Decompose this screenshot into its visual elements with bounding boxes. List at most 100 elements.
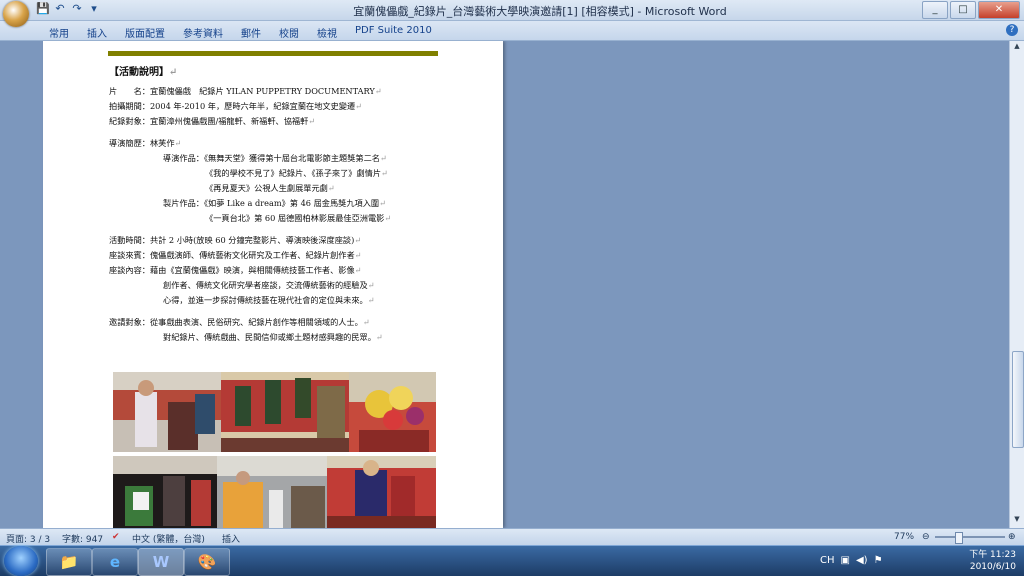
scroll-thumb[interactable]: [1012, 351, 1024, 448]
vertical-scrollbar[interactable]: ▲ ▼: [1009, 41, 1024, 528]
help-icon[interactable]: ?: [1006, 24, 1018, 36]
ribbon-tab[interactable]: 校閱: [270, 23, 308, 42]
paragraph-mark: ↵: [355, 101, 363, 111]
office-button[interactable]: [3, 1, 29, 27]
text-line: 座談來賓：傀儡戲演師、傳統藝術文化研究及工作者、紀錄片創作者↵: [109, 248, 449, 263]
header-rule: [108, 51, 438, 56]
window-title: 宜蘭傀儡戲_紀錄片_台灣藝術大學映演邀請[1] [相容模式] - Microso…: [353, 5, 727, 18]
explorer-taskbar-icon[interactable]: 📁: [46, 548, 92, 576]
quick-access-toolbar: 💾 ↶ ↷ ▾: [36, 2, 101, 16]
document-workspace: 【活動說明】↵ 片 名：宜蘭傀儡戲 紀錄片 YILAN PUPPETRY DOC…: [0, 41, 1010, 528]
ribbon-tab[interactable]: 檢視: [308, 23, 346, 42]
line-text: 《再見夏天》公視人生劇展單元劇: [205, 183, 328, 193]
language-indicator[interactable]: 中文 (繁體，台灣): [132, 532, 205, 545]
paragraph-mark: ↵: [379, 153, 387, 163]
line-text: 創作者、傳統文化研究學者座談，交流傳統藝術的經驗及: [163, 280, 368, 290]
ribbon-tab[interactable]: 常用: [40, 23, 78, 42]
text-line: 心得，並進一步探討傳統技藝在現代社會的定位與未來。↵: [109, 293, 449, 308]
clock-time: 下午 11:23: [969, 550, 1016, 560]
page-counter[interactable]: 頁面: 3 / 3: [6, 532, 50, 545]
restore-button[interactable]: □: [950, 1, 976, 19]
paragraph-mark: ↵: [354, 250, 362, 260]
text-line: 導演簡歷：林芙作↵: [109, 136, 449, 151]
ribbon-tab[interactable]: 參考資料: [174, 23, 232, 42]
ie-taskbar-icon[interactable]: e: [92, 548, 138, 576]
save-icon[interactable]: 💾: [36, 2, 50, 16]
text-line: 拍攝期間：2004 年-2010 年，歷時六年半，紀錄宜蘭在地文史變遷↵: [109, 99, 449, 114]
window-controls: _ □ ✕: [922, 1, 1020, 19]
clock-date: 2010/6/10: [969, 562, 1016, 572]
line-text: 製片作品：《如夢 Like a dream》第 46 屆金馬獎九項入圍: [163, 198, 380, 208]
line-text: 心得，並進一步探討傳統技藝在現代社會的定位與未來。: [163, 295, 368, 305]
paragraph-mark: ↵: [379, 198, 386, 208]
zoom-slider[interactable]: [935, 536, 1005, 538]
line-text: 座談內容：藉由《宜蘭傀儡戲》映演，與相關傳統技藝工作者、影像: [109, 265, 355, 275]
text-line: 創作者、傳統文化研究學者座談，交流傳統藝術的經驗及↵: [109, 278, 449, 293]
ribbon-tab[interactable]: 郵件: [232, 23, 270, 42]
tray-lang[interactable]: CH: [820, 555, 835, 566]
paragraph-mark: ↵: [362, 317, 370, 327]
line-text: 《我的學校不見了》紀錄片、《孫子來了》劇情片: [205, 168, 382, 178]
paragraph-mark: ↵: [384, 213, 392, 223]
text-line: 邀請對象：從事戲曲表演、民俗研究、紀錄片創作等相關領域的人士。↵: [109, 315, 449, 330]
line-text: 導演簡歷：林芙作: [109, 138, 175, 148]
system-tray: CH ▣ ◀) ⚑: [820, 555, 883, 566]
volume-icon[interactable]: ◀): [856, 555, 868, 566]
section-heading: 【活動說明】↵: [109, 67, 178, 78]
paragraph-mark: ↵: [367, 295, 375, 305]
document-page[interactable]: 【活動說明】↵ 片 名：宜蘭傀儡戲 紀錄片 YILAN PUPPETRY DOC…: [43, 41, 503, 528]
paragraph-mark: ↵: [174, 138, 182, 148]
line-text: 座談來賓：傀儡戲演師、傳統藝術文化研究及工作者、紀錄片創作者: [109, 250, 355, 260]
word-taskbar-icon[interactable]: W: [138, 548, 184, 576]
line-text: 活動時間：共計 2 小時(放映 60 分鐘完整影片、導演映後深度座談): [109, 235, 355, 245]
ribbon-tab[interactable]: 插入: [78, 23, 116, 42]
text-line: 對紀錄片、傳統戲曲、民間信仰或鄉土題材感興趣的民眾。↵: [109, 330, 449, 345]
line-text: 片 名：宜蘭傀儡戲 紀錄片 YILAN PUPPETRY DOCUMENTARY: [109, 86, 375, 96]
line-text: 對紀錄片、傳統戲曲、民間信仰或鄉土題材感興趣的民眾。: [163, 332, 376, 342]
photo-performers: [217, 456, 327, 528]
taskbar: 📁 e W 🎨 CH ▣ ◀) ⚑ 下午 11:23 2010/6/10: [0, 545, 1024, 576]
text-line: 《一頁台北》第 60 屆德國柏林影展最佳亞洲電影↵: [109, 211, 449, 226]
paragraph-mark: ↵: [374, 86, 382, 96]
zoom-level[interactable]: 77%: [894, 532, 914, 542]
ribbon-tab[interactable]: 版面配置: [116, 23, 174, 42]
photo-puppeteer: [113, 372, 221, 452]
line-text: 邀請對象：從事戲曲表演、民俗研究、紀錄片創作等相關領域的人士。: [109, 317, 363, 327]
photo-banners: [221, 372, 349, 452]
flag-icon[interactable]: ⚑: [874, 555, 883, 566]
paint-taskbar-icon[interactable]: 🎨: [184, 548, 230, 576]
text-line: 活動時間：共計 2 小時(放映 60 分鐘完整影片、導演映後深度座談)↵: [109, 233, 449, 248]
text-line: 座談內容：藉由《宜蘭傀儡戲》映演，與相關傳統技藝工作者、影像↵: [109, 263, 449, 278]
status-bar: 頁面: 3 / 3 字數: 947 ✔ 中文 (繁體，台灣) 插入 77% ⊖ …: [0, 528, 1024, 545]
text-line: 紀錄對象：宜蘭漳州傀儡戲團/福龍軒、新福軒、協福軒↵: [109, 114, 449, 129]
photo-flowers: [349, 372, 436, 452]
zoom-out-icon[interactable]: ⊖: [922, 532, 930, 542]
ribbon-tab[interactable]: PDF Suite 2010: [346, 23, 441, 42]
minimize-button[interactable]: _: [922, 1, 948, 19]
text-line: 《再見夏天》公視人生劇展單元劇↵: [109, 181, 449, 196]
word-count[interactable]: 字數: 947: [62, 532, 103, 545]
paragraph-mark: ↵: [308, 116, 316, 126]
zoom-in-icon[interactable]: ⊕: [1008, 532, 1016, 542]
photo-marionettes: [113, 456, 217, 528]
paragraph-mark: ↵: [375, 332, 383, 342]
paragraph-mark: ↵: [354, 235, 362, 245]
network-icon[interactable]: ▣: [841, 555, 850, 566]
paragraph-mark: ↵: [354, 265, 362, 275]
zoom-slider-thumb[interactable]: [955, 532, 963, 544]
close-button[interactable]: ✕: [978, 1, 1020, 19]
customize-qat-icon[interactable]: ▾: [87, 2, 101, 16]
scroll-down-icon[interactable]: ▼: [1011, 515, 1023, 527]
clock[interactable]: 下午 11:23 2010/6/10: [969, 549, 1016, 573]
start-button[interactable]: [4, 546, 38, 576]
insert-mode[interactable]: 插入: [222, 532, 240, 545]
document-body[interactable]: 【活動說明】↵ 片 名：宜蘭傀儡戲 紀錄片 YILAN PUPPETRY DOC…: [109, 63, 449, 345]
proofing-icon[interactable]: ✔: [112, 532, 120, 542]
text-line: 製片作品：《如夢 Like a dream》第 46 屆金馬獎九項入圍↵: [109, 196, 449, 211]
paragraph-mark: ↵: [367, 280, 375, 290]
scroll-up-icon[interactable]: ▲: [1011, 42, 1023, 54]
text-line: 片 名：宜蘭傀儡戲 紀錄片 YILAN PUPPETRY DOCUMENTARY…: [109, 84, 449, 99]
redo-icon[interactable]: ↷: [70, 2, 84, 16]
undo-icon[interactable]: ↶: [53, 2, 67, 16]
